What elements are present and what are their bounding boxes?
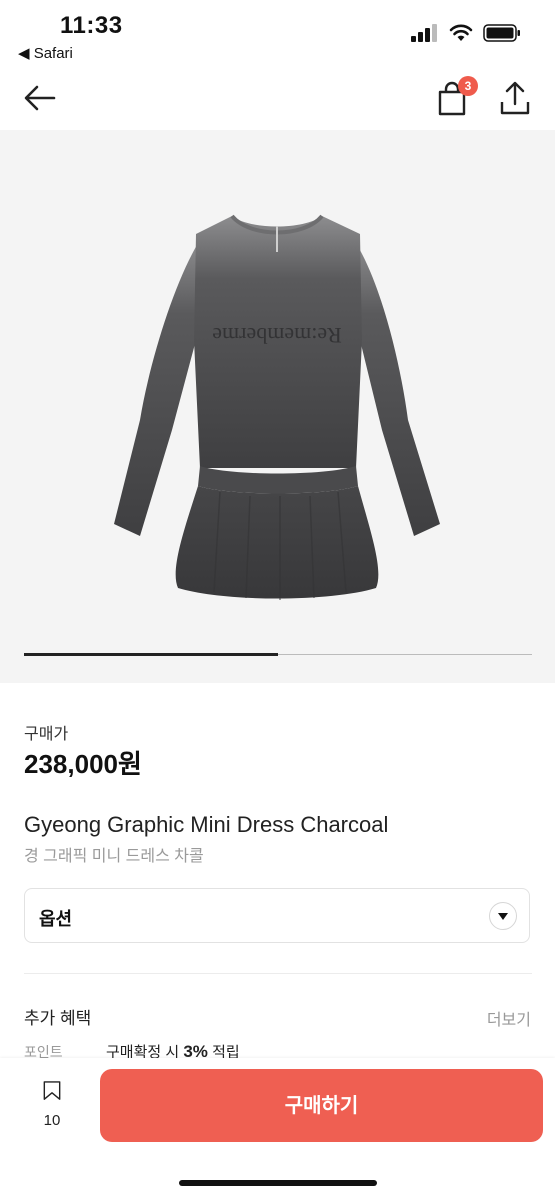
share-icon[interactable] xyxy=(498,80,532,116)
option-label: 옵션 xyxy=(39,909,73,929)
back-to-safari-link[interactable]: ◀ Safari xyxy=(18,44,73,62)
back-arrow-icon[interactable] xyxy=(22,80,58,116)
benefits-more-link[interactable]: 더보기 xyxy=(487,1006,531,1030)
dropdown-caret-icon xyxy=(489,902,517,930)
home-indicator xyxy=(179,1180,377,1186)
cart-count-badge: 3 xyxy=(458,76,478,96)
product-image: Re:memberme xyxy=(114,214,440,600)
cart-button[interactable]: 3 xyxy=(434,76,478,118)
product-title: Gyeong Graphic Mini Dress Charcoal xyxy=(24,812,389,837)
benefits-title: 추가 혜택 xyxy=(24,1009,92,1028)
status-icons xyxy=(411,24,521,42)
price-label: 구매가 xyxy=(24,726,69,743)
battery-icon xyxy=(483,24,520,42)
divider xyxy=(24,973,532,974)
product-image-carousel[interactable]: Re:memberme xyxy=(0,130,555,683)
cellular-signal-icon xyxy=(411,24,437,42)
dress-print-text: Re:memberme xyxy=(212,323,342,348)
product-title-korean: 경 그래픽 미니 드레스 차콜 xyxy=(24,848,204,865)
buy-button[interactable]: 구매하기 xyxy=(100,1069,543,1142)
status-time: 11:33 xyxy=(60,12,123,39)
price: 238,000원 xyxy=(24,749,142,779)
bookmark-icon[interactable] xyxy=(36,1080,68,1112)
wifi-icon xyxy=(449,24,473,41)
bookmark-count: 10 xyxy=(43,1112,61,1129)
image-slider-progress xyxy=(24,653,278,656)
option-select[interactable]: 옵션 xyxy=(24,888,530,943)
